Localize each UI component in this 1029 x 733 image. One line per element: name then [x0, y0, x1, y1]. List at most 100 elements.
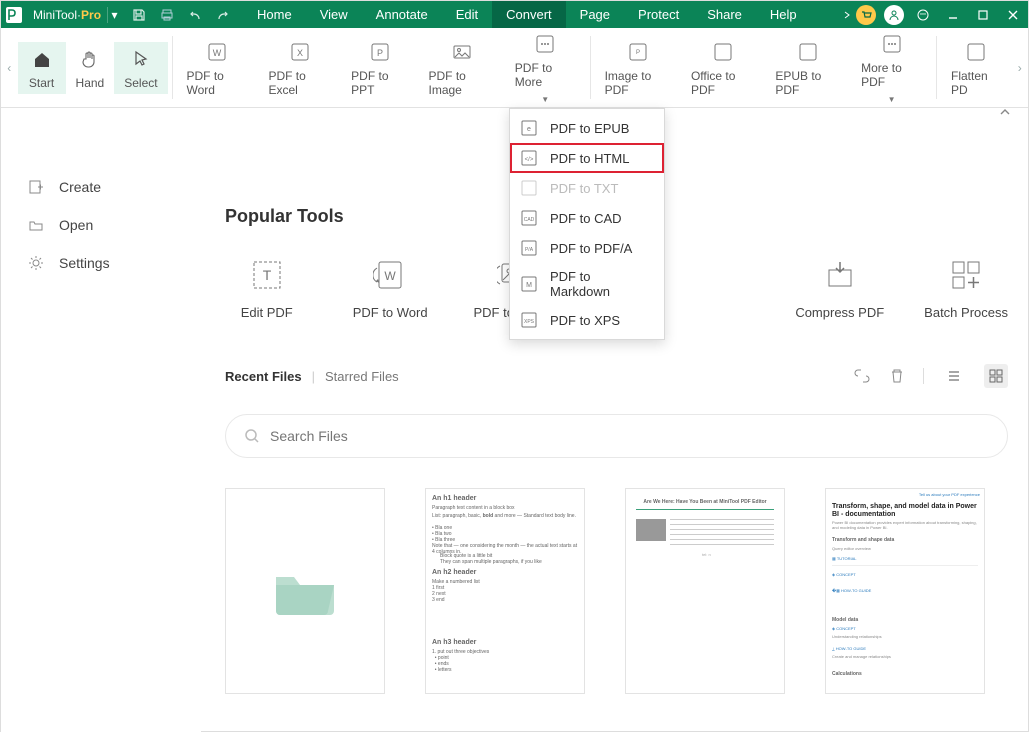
sidebar-create[interactable]: Create	[1, 168, 201, 206]
compress-icon	[822, 257, 858, 293]
tool-compress-pdf[interactable]: Compress PDF	[795, 257, 884, 320]
gear-icon	[27, 254, 45, 272]
ribbon-pdf-to-word-label: PDF to Word	[187, 69, 249, 97]
ribbon-scroll-left[interactable]: ‹	[1, 28, 18, 107]
maximize-button[interactable]	[968, 1, 998, 28]
dd-pdf-to-cad[interactable]: CAD PDF to CAD	[510, 203, 664, 233]
tool-edit-pdf[interactable]: T Edit PDF	[225, 257, 308, 320]
list-view-button[interactable]	[942, 364, 966, 388]
svg-text:M: M	[526, 282, 532, 289]
dd-pdf-to-pdfa[interactable]: P/A PDF to PDF/A	[510, 233, 664, 263]
edit-pdf-icon: T	[249, 257, 285, 293]
html-icon: </>	[520, 149, 540, 167]
thumb-3[interactable]: Are We Here: Have You Been at MiniTool P…	[625, 488, 785, 694]
thumb-1[interactable]	[225, 488, 385, 694]
svg-text:W: W	[384, 269, 396, 283]
menu-protect[interactable]: Protect	[624, 1, 693, 28]
print-icon[interactable]	[153, 1, 181, 28]
link-icon[interactable]	[853, 368, 871, 384]
ribbon-scroll-right[interactable]: ›	[1011, 28, 1028, 107]
account-icon[interactable]	[884, 5, 904, 25]
tool-pdf-to-word[interactable]: W PDF to Word	[348, 257, 431, 320]
undo-icon[interactable]	[181, 1, 209, 28]
menu-overflow-icon[interactable]	[842, 10, 852, 20]
dd-pdf-to-xps[interactable]: XPS PDF to XPS	[510, 305, 664, 335]
titlebar: MiniTool·Pro ▾ Home View Annotate Edit C…	[1, 1, 1028, 28]
dd-pdf-to-txt-label: PDF to TXT	[550, 181, 618, 196]
ribbon-flatten-label: Flatten PD	[951, 69, 1001, 97]
ribbon-pdf-to-ppt[interactable]: P PDF to PPT	[341, 35, 418, 101]
ribbon-select[interactable]: Select	[114, 42, 167, 94]
image-icon	[451, 41, 473, 63]
sidebar-settings[interactable]: Settings	[1, 244, 201, 282]
ribbon-office-to-pdf-label: Office to PDF	[691, 69, 755, 97]
cart-icon[interactable]	[856, 5, 876, 25]
tab-separator: |	[312, 369, 315, 384]
minimize-button[interactable]	[938, 1, 968, 28]
menu-annotate[interactable]: Annotate	[362, 1, 442, 28]
sidebar-open[interactable]: Open	[1, 206, 201, 244]
ribbon-more-to-pdf[interactable]: More to PDF ▼	[851, 27, 932, 108]
cad-icon: CAD	[520, 209, 540, 227]
ribbon-epub-to-pdf[interactable]: EPUB to PDF	[765, 35, 851, 101]
more-convert-icon	[534, 33, 556, 55]
hand-icon	[79, 48, 101, 70]
sidebar-settings-label: Settings	[59, 255, 110, 271]
menu-home[interactable]: Home	[243, 1, 306, 28]
close-button[interactable]	[998, 1, 1028, 28]
dd-pdf-to-cad-label: PDF to CAD	[550, 211, 622, 226]
dd-pdf-to-epub[interactable]: e PDF to EPUB	[510, 113, 664, 143]
ribbon-pdf-to-word[interactable]: W PDF to Word	[177, 35, 259, 101]
excel-icon: X	[289, 41, 311, 63]
save-icon[interactable]	[125, 1, 153, 28]
menu-edit[interactable]: Edit	[442, 1, 492, 28]
search-box[interactable]	[225, 414, 1008, 458]
ribbon-pdf-to-more[interactable]: PDF to More ▼	[505, 27, 586, 108]
notification-icon[interactable]	[908, 1, 938, 28]
grid-view-button[interactable]	[984, 364, 1008, 388]
tool-batch-process[interactable]: Batch Process	[924, 257, 1008, 320]
create-icon	[27, 178, 45, 196]
thumb2-h1: An h1 header	[432, 495, 578, 503]
ribbon-start[interactable]: Start	[18, 42, 66, 94]
title-dropdown[interactable]: ▾	[107, 7, 121, 23]
ribbon-flatten-pdf[interactable]: Flatten PD	[941, 35, 1011, 101]
search-input[interactable]	[270, 428, 989, 444]
pdfa-icon: P/A	[520, 239, 540, 257]
thumb-4[interactable]: Tell us about your PDF experience Transf…	[825, 488, 985, 694]
menubar: Home View Annotate Edit Convert Page Pro…	[243, 1, 811, 28]
app-name-2: Pro	[81, 8, 101, 22]
cursor-icon	[130, 48, 152, 70]
dd-pdf-to-html[interactable]: </> PDF to HTML	[510, 143, 664, 173]
ribbon-hand[interactable]: Hand	[66, 42, 115, 94]
image-to-pdf-icon: P	[627, 41, 649, 63]
batch-icon	[948, 257, 984, 293]
ribbon-pdf-to-image[interactable]: PDF to Image	[418, 35, 504, 101]
ribbon-pdf-to-excel-label: PDF to Excel	[268, 69, 331, 97]
svg-text:CAD: CAD	[524, 217, 535, 223]
thumb2-h2: An h2 header	[432, 569, 578, 577]
menu-page[interactable]: Page	[566, 1, 624, 28]
dd-pdf-to-markdown[interactable]: M PDF to Markdown	[510, 263, 664, 305]
menu-share[interactable]: Share	[693, 1, 756, 28]
ribbon-image-to-pdf[interactable]: P Image to PDF	[595, 35, 681, 101]
trash-icon[interactable]	[889, 368, 905, 384]
starred-files-tab[interactable]: Starred Files	[325, 369, 399, 384]
menu-view[interactable]: View	[306, 1, 362, 28]
office-to-pdf-icon	[712, 41, 734, 63]
recent-files-tab[interactable]: Recent Files	[225, 369, 302, 384]
recent-thumbnails: An h1 header Paragraph text content in a…	[225, 488, 1008, 694]
ribbon-pdf-to-image-label: PDF to Image	[428, 69, 494, 97]
tool-compress-label: Compress PDF	[795, 305, 884, 320]
sidebar-create-label: Create	[59, 179, 101, 195]
ribbon-epub-to-pdf-label: EPUB to PDF	[775, 69, 841, 97]
dd-pdf-to-html-label: PDF to HTML	[550, 151, 629, 166]
ppt-icon: P	[369, 41, 391, 63]
menu-convert[interactable]: Convert	[492, 1, 566, 28]
app-name-1: MiniTool	[33, 8, 77, 22]
thumb-2[interactable]: An h1 header Paragraph text content in a…	[425, 488, 585, 694]
ribbon-office-to-pdf[interactable]: Office to PDF	[681, 35, 765, 101]
redo-icon[interactable]	[209, 1, 237, 28]
menu-help[interactable]: Help	[756, 1, 811, 28]
ribbon-pdf-to-excel[interactable]: X PDF to Excel	[258, 35, 341, 101]
